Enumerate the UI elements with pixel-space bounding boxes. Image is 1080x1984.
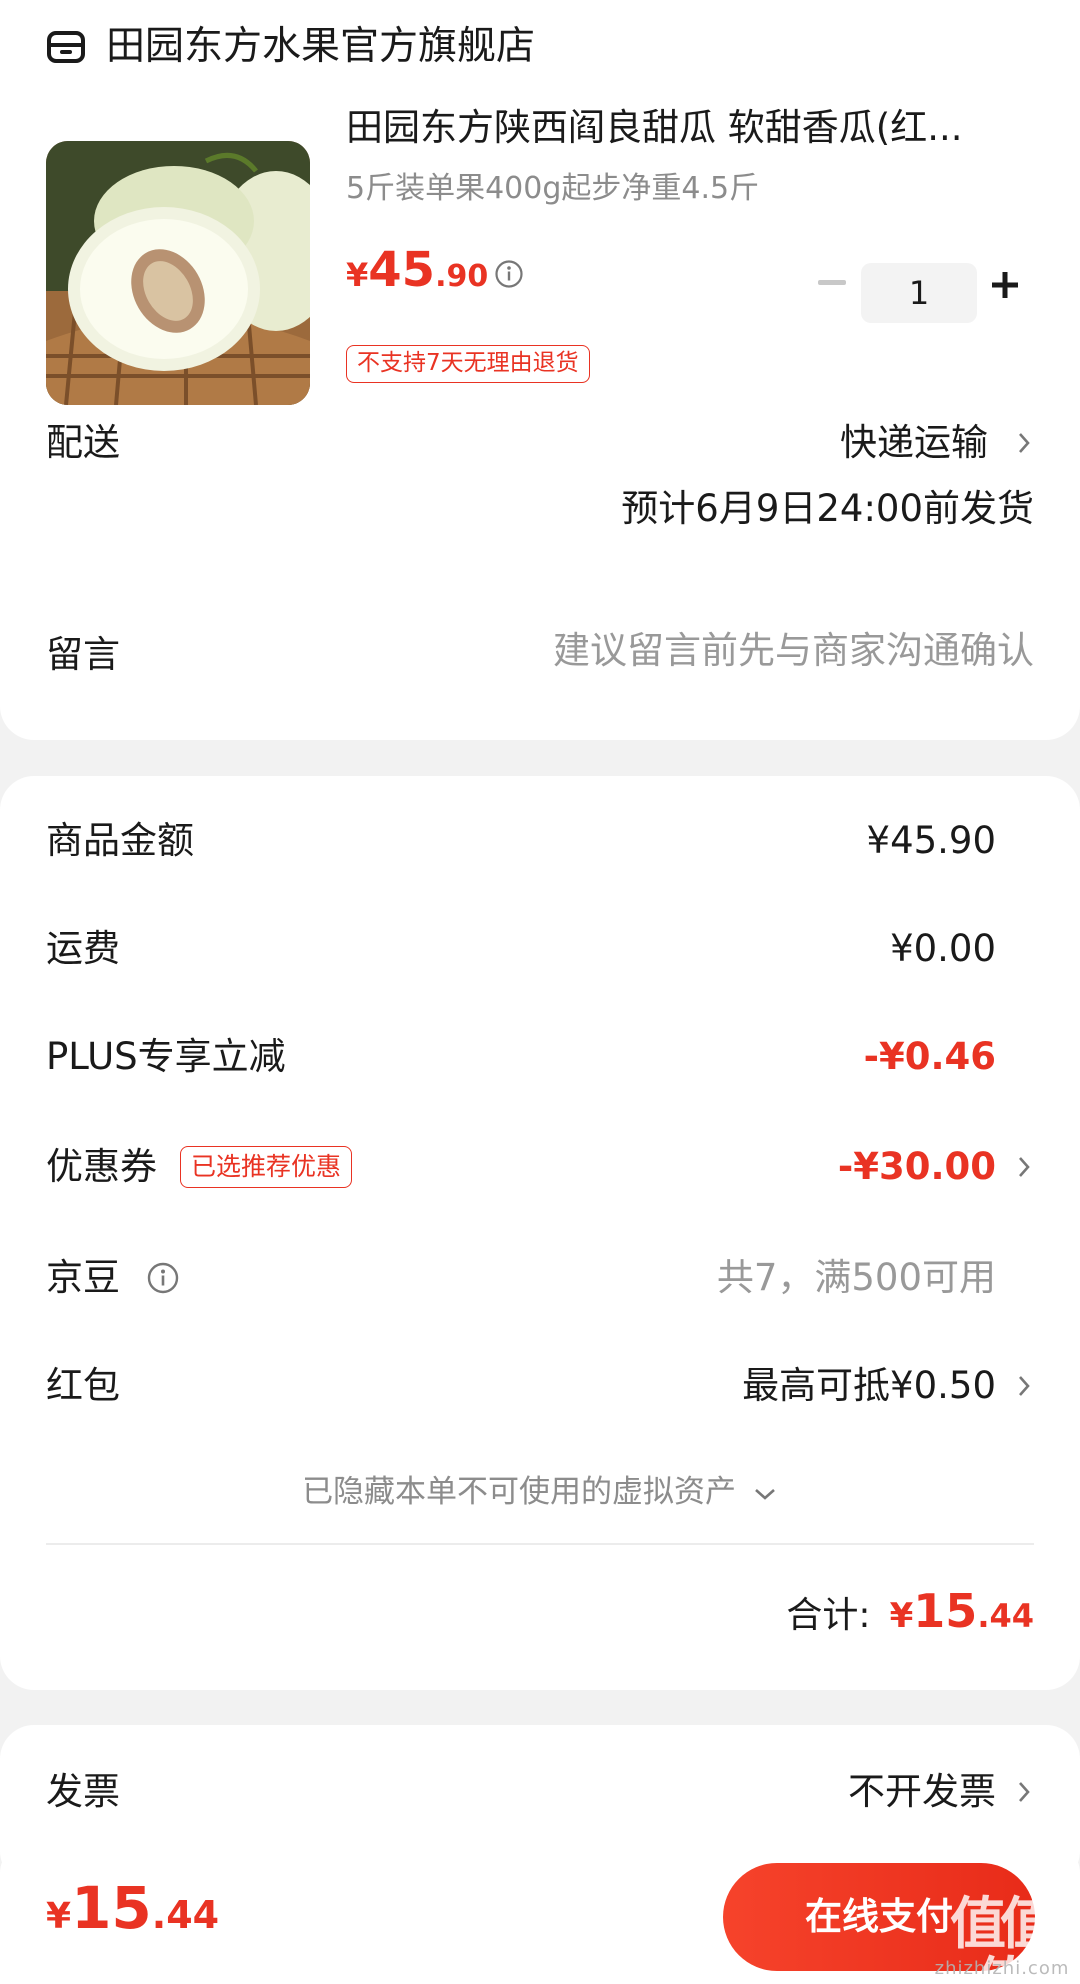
red-packet-value[interactable]: 最高可抵¥0.50 [742, 1361, 996, 1411]
product-title[interactable]: 田园东方陕西阎良甜瓜 软甜香瓜(红... [346, 103, 1016, 153]
total-line: 合计: ¥15.44 [786, 1581, 1034, 1652]
price-currency: ¥ [346, 256, 369, 294]
checkout-bar: ¥15.44 在线支付 值值值 zhizhizhi.com [0, 1843, 1080, 1984]
quantity-increase-button[interactable] [990, 270, 1020, 300]
checkout-integer: 15 [71, 1874, 152, 1942]
delivery-chevron-right-icon[interactable] [1014, 430, 1034, 456]
remark-input[interactable]: 建议留言前先与商家沟通确认 [553, 626, 1034, 676]
shipping-value: ¥0.00 [890, 927, 996, 970]
invoice-chevron-right-icon[interactable] [1014, 1779, 1034, 1805]
red-packet-label[interactable]: 红包 [46, 1361, 120, 1411]
checkout-total: ¥15.44 [46, 1873, 219, 1958]
delivery-method[interactable]: 快递运输 [840, 418, 988, 468]
delivery-eta: 预计6月9日24:00前发货 [621, 487, 1034, 530]
invoice-value[interactable]: 不开发票 [848, 1767, 996, 1817]
price-info-icon[interactable] [494, 259, 524, 289]
remark-label: 留言 [46, 633, 120, 676]
checkout-currency: ¥ [46, 1896, 72, 1937]
invoice-label: 发票 [46, 1770, 120, 1813]
product-price: ¥45.90 [346, 242, 488, 309]
goods-amount-value: ¥45.90 [866, 819, 996, 862]
hidden-assets-text: 已隐藏本单不可使用的虚拟资产 [302, 1474, 737, 1510]
price-decimal: .90 [435, 259, 489, 294]
store-card: 田园东方水果官方旗舰店 田园东方陕西阎良甜瓜 软甜香瓜(红... 5斤装单果40… [0, 0, 1080, 740]
quantity-decrease-button[interactable] [818, 280, 846, 285]
total-decimal: .44 [977, 1597, 1034, 1635]
coupon-chevron-right-icon[interactable] [1014, 1154, 1034, 1180]
melon-image [46, 141, 310, 405]
coupon-label[interactable]: 优惠券 [46, 1142, 157, 1192]
jingdou-value: 共7，满500可用 [716, 1256, 996, 1299]
product-spec[interactable]: 5斤装单果400g起步净重4.5斤 [346, 168, 759, 210]
divider [46, 1543, 1034, 1545]
store-icon [47, 31, 85, 63]
total-label: 合计: [786, 1595, 871, 1636]
coupon-value[interactable]: -¥30.00 [838, 1142, 996, 1192]
total-amount: ¥15.44 [890, 1584, 1034, 1638]
plus-discount-label: PLUS专享立减 [46, 1035, 286, 1078]
price-summary-card: 商品金额 ¥45.90 运费 ¥0.00 PLUS专享立减 -¥0.46 优惠券… [0, 776, 1080, 1690]
shipping-label: 运费 [46, 927, 120, 970]
coupon-recommended-badge: 已选推荐优惠 [180, 1146, 353, 1188]
total-currency: ¥ [889, 1596, 914, 1636]
watermark-logo: 值值值 [950, 1892, 1056, 1984]
plus-discount-value: -¥0.46 [863, 1035, 996, 1078]
price-integer: 45 [368, 242, 436, 298]
checkout-decimal: .44 [151, 1893, 220, 1937]
return-policy-badge: 不支持7天无理由退货 [346, 345, 590, 383]
jingdou-label: 京豆 [46, 1256, 120, 1299]
store-name[interactable]: 田园东方水果官方旗舰店 [106, 22, 535, 72]
goods-amount-label: 商品金额 [46, 819, 194, 862]
total-integer: 15 [913, 1584, 978, 1638]
chevron-down-icon [755, 1488, 775, 1500]
red-packet-chevron-right-icon[interactable] [1014, 1373, 1034, 1399]
delivery-label: 配送 [46, 421, 120, 464]
watermark-text: zhizhizhi.com [934, 1958, 1070, 1979]
jingdou-info-icon[interactable] [146, 1261, 180, 1295]
quantity-input[interactable]: 1 [861, 263, 977, 323]
product-image[interactable] [46, 141, 310, 405]
hidden-assets-toggle[interactable]: 已隐藏本单不可使用的虚拟资产 [0, 1470, 1080, 1514]
